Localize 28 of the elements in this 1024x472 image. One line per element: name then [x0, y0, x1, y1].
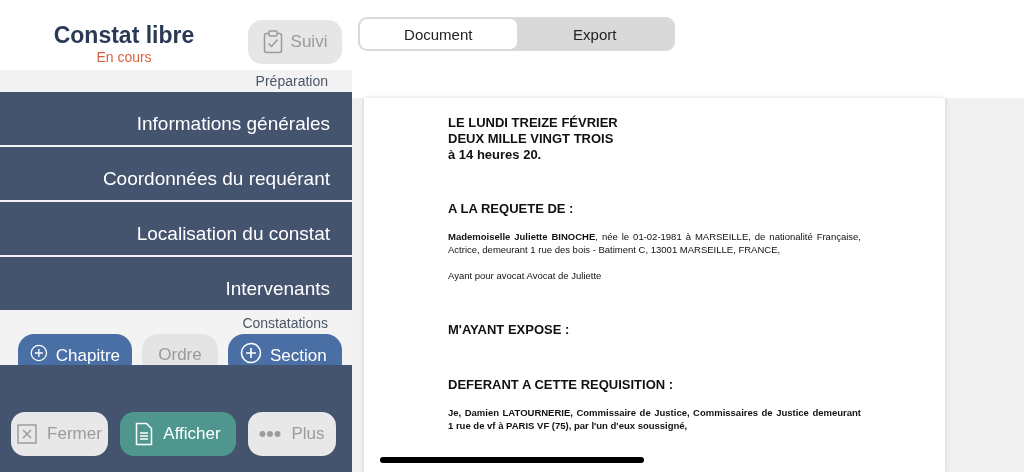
section-heading: A LA REQUETE DE :	[448, 201, 575, 216]
heading-line: à 14 heures 20.	[448, 147, 543, 163]
heading-line: DEUX MILLE VINGT TROIS	[448, 131, 615, 147]
sidebar-item[interactable]: Informations générales	[0, 92, 352, 145]
paragraph: Je, Damien LATOURNERIE, Commissaire de Justice, Commissaires de Justice demeurant 1 rue de vf à PARIS VF (75), par l'un d'eux soussigné,	[448, 406, 861, 432]
clipboard-check-icon	[262, 30, 283, 54]
tab[interactable]: Export	[516, 19, 673, 49]
document-icon	[135, 422, 154, 446]
paragraph: Ayant pour avocat Avocat de Juliette	[448, 269, 603, 282]
add-button[interactable]: Chapitre	[18, 334, 132, 365]
sidebar-item[interactable]: Coordonnées du requérant	[0, 147, 352, 200]
paragraph: Mademoiselle Juliette BINOCHE, née le 01-02-1981 à MARSEILLE, de nationalité Française, Actrice, demeurant 1 rue des bois - Batiment C, 13001 MARSEILLE, FRANCE,	[448, 230, 861, 256]
view-button[interactable]: Afficher	[120, 412, 236, 456]
more-icon	[259, 430, 282, 438]
document-title: Constat libre	[52, 22, 196, 48]
section-heading: DEFERANT A CETTE REQUISITION :	[448, 377, 675, 392]
status-label: En cours	[95, 48, 153, 66]
plus-circle-icon	[30, 342, 48, 364]
sidebar-item[interactable]: Intervenants	[0, 257, 352, 310]
tab[interactable]: Document	[360, 19, 517, 49]
add-button[interactable]: Section	[228, 334, 342, 365]
close-icon	[17, 424, 38, 444]
section-label: Constatations	[242, 315, 328, 331]
plus-circle-icon	[240, 342, 262, 364]
section-heading: M'AYANT EXPOSE :	[448, 322, 571, 337]
sidebar-item[interactable]: Localisation du constat	[0, 202, 352, 255]
section-label: Préparation	[255, 73, 328, 89]
heading-line: LE LUNDI TREIZE FÉVRIER	[448, 115, 619, 131]
